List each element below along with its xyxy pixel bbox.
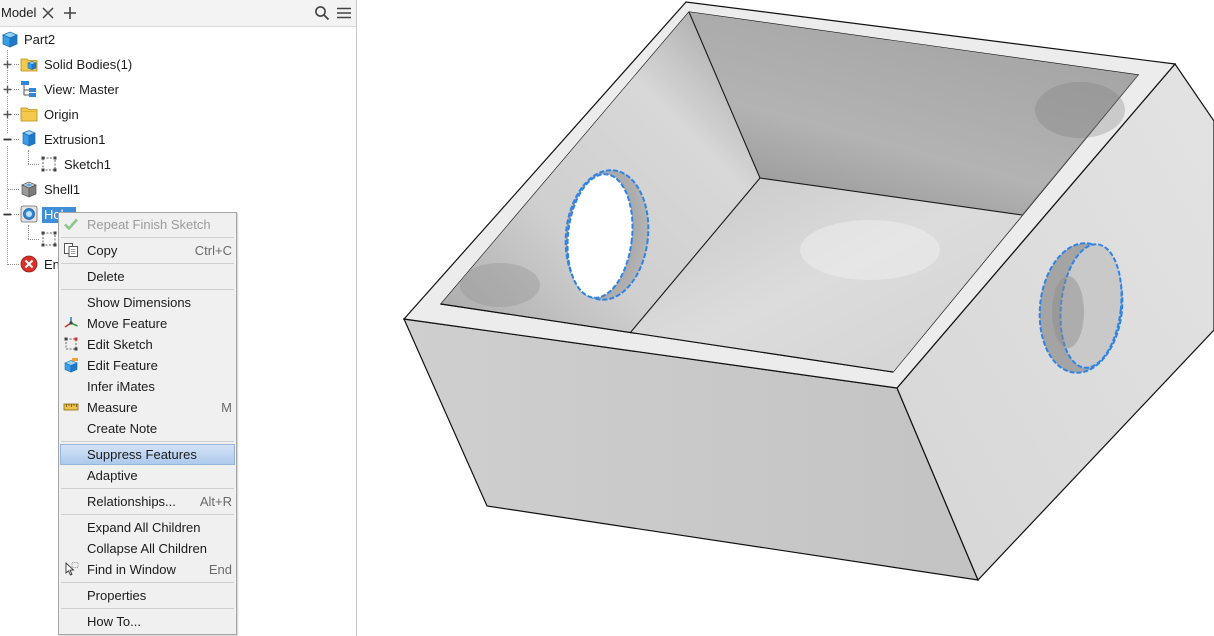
wall-shading: [1035, 82, 1125, 138]
folder-icon: [20, 107, 38, 122]
menu-item-label: Infer iMates: [87, 379, 155, 394]
edit-feature-icon: [64, 358, 78, 373]
hamburger-menu-icon[interactable]: [336, 5, 352, 21]
wall-shading: [460, 263, 540, 307]
menu-item-show-dimensions[interactable]: Show Dimensions: [60, 292, 235, 313]
floor-shading: [800, 220, 940, 280]
menu-item-shortcut: Ctrl+C: [194, 243, 232, 258]
menu-item-how-to[interactable]: How To...: [60, 611, 235, 632]
menu-item-suppress-features[interactable]: Suppress Features: [60, 444, 235, 465]
plus-icon[interactable]: [62, 5, 78, 21]
sketch-icon: [41, 231, 57, 247]
tree-item-part2[interactable]: Part2: [0, 27, 356, 52]
menu-item-label: Properties: [87, 588, 147, 603]
menu-item-collapse-all-children[interactable]: Collapse All Children: [60, 538, 235, 559]
menu-item-label: Edit Sketch: [87, 337, 153, 352]
find-in-window-icon: [65, 561, 79, 576]
extrusion-icon: [22, 130, 36, 147]
tree-item-origin[interactable]: Origin: [0, 102, 356, 127]
tree-item-label: View: Master: [44, 82, 119, 97]
menu-item-shortcut: M: [221, 400, 232, 415]
menu-item-delete[interactable]: Delete: [60, 266, 235, 287]
tree-item-label: Origin: [44, 107, 79, 122]
collapse-minus-icon[interactable]: [2, 134, 13, 145]
view-rep-icon: [21, 81, 36, 97]
expand-plus-icon[interactable]: [2, 109, 13, 120]
solid-bodies-folder-icon: [20, 58, 38, 72]
browser-tab-bar: Model: [0, 0, 356, 27]
menu-item-repeat-finish-sketch[interactable]: Repeat Finish Sketch: [60, 214, 235, 235]
tab-model[interactable]: Model: [1, 0, 36, 26]
menu-item-edit-feature[interactable]: Edit Feature: [60, 355, 235, 376]
menu-item-measure[interactable]: Measure M: [60, 397, 235, 418]
menu-item-shortcut: End: [208, 562, 232, 577]
menu-item-label: Find in Window: [87, 562, 176, 577]
tree-item-label: Sketch1: [64, 157, 111, 172]
context-menu: Repeat Finish Sketch Copy Ctrl+C Delete …: [58, 212, 237, 635]
menu-item-label: Expand All Children: [87, 520, 201, 535]
menu-item-infer-imates[interactable]: Infer iMates: [60, 376, 235, 397]
tree-item-solid-bodies[interactable]: Solid Bodies(1): [0, 52, 356, 77]
close-icon[interactable]: [40, 5, 56, 21]
menu-item-label: Relationships...: [87, 494, 176, 509]
menu-item-expand-all-children[interactable]: Expand All Children: [60, 517, 235, 538]
shell-icon: [21, 181, 37, 198]
part-icon: [1, 31, 19, 48]
menu-item-relationships[interactable]: Relationships... Alt+R: [60, 491, 235, 512]
menu-item-label: Move Feature: [87, 316, 168, 331]
menu-item-label: Collapse All Children: [87, 541, 207, 556]
menu-item-label: Create Note: [87, 421, 158, 436]
search-icon[interactable]: [314, 5, 330, 21]
edit-sketch-icon: [64, 337, 78, 351]
menu-item-label: Measure: [87, 400, 138, 415]
menu-item-label: Repeat Finish Sketch: [87, 217, 211, 232]
menu-item-create-note[interactable]: Create Note: [60, 418, 235, 439]
tree-item-sketch1[interactable]: Sketch1: [0, 152, 356, 177]
end-of-part-icon: [20, 255, 38, 273]
menu-item-edit-sketch[interactable]: Edit Sketch: [60, 334, 235, 355]
tree-item-label: Part2: [24, 32, 56, 47]
expand-plus-icon[interactable]: [2, 84, 13, 95]
menu-item-label: Adaptive: [87, 468, 138, 483]
tree-item-shell1[interactable]: Shell1: [0, 177, 356, 202]
menu-item-move-feature[interactable]: Move Feature: [60, 313, 235, 334]
menu-item-shortcut: Alt+R: [199, 494, 232, 509]
menu-item-adaptive[interactable]: Adaptive: [60, 465, 235, 486]
menu-item-properties[interactable]: Properties: [60, 585, 235, 606]
copy-icon: [64, 243, 78, 257]
menu-item-copy[interactable]: Copy Ctrl+C: [60, 240, 235, 261]
move-feature-icon: [64, 317, 78, 328]
menu-item-label: How To...: [87, 614, 141, 629]
hole-icon: [20, 205, 38, 223]
tree-item-extrusion1[interactable]: Extrusion1: [0, 127, 356, 152]
graphics-viewport[interactable]: [357, 0, 1214, 636]
tree-item-label: Solid Bodies(1): [44, 57, 133, 72]
check-icon: [64, 218, 78, 231]
expand-plus-icon[interactable]: [2, 59, 13, 70]
tree-item-view-master[interactable]: View: Master: [0, 77, 356, 102]
menu-item-label: Show Dimensions: [87, 295, 192, 310]
tree-item-label: Shell1: [44, 182, 81, 197]
collapse-minus-icon[interactable]: [2, 209, 13, 220]
menu-item-label: Edit Feature: [87, 358, 158, 373]
measure-icon: [63, 403, 79, 411]
sketch-icon: [41, 156, 57, 172]
menu-item-label: Suppress Features: [87, 447, 197, 462]
tree-item-label: Extrusion1: [44, 132, 106, 147]
menu-item-find-in-window[interactable]: Find in Window End: [60, 559, 235, 580]
menu-item-label: Delete: [87, 269, 125, 284]
menu-item-label: Copy: [87, 243, 118, 258]
